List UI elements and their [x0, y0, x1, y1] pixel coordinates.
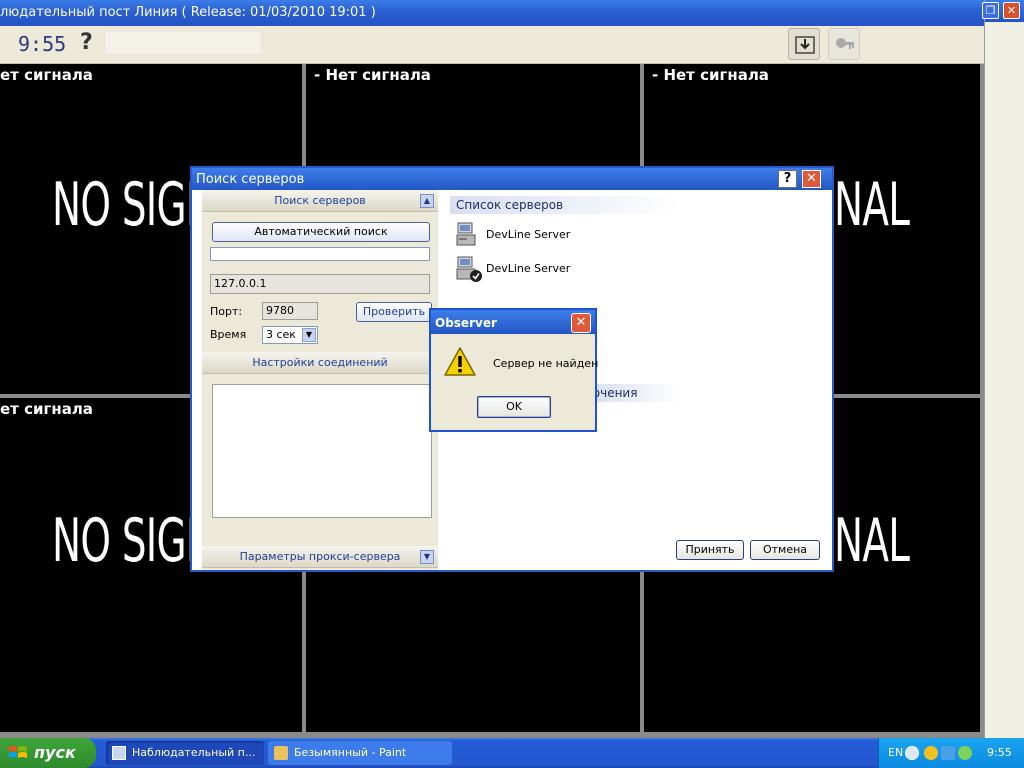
ok-button[interactable]: OK [477, 396, 551, 418]
server-name: DevLine Server [486, 228, 571, 241]
restore-button[interactable]: ❐ [982, 2, 999, 19]
taskbar-item-label: Наблюдательный п... [132, 746, 256, 759]
taskbar-item-label: Безымянный - Paint [294, 746, 407, 759]
section-connection-settings[interactable]: Настройки соединений [202, 352, 438, 374]
warning-icon [444, 347, 476, 376]
download-icon [795, 36, 815, 54]
language-indicator[interactable]: EN [888, 746, 903, 759]
camera-label: - Нет сигнала [652, 66, 769, 84]
server-icon [456, 222, 476, 246]
chevron-left-icon[interactable] [905, 746, 919, 760]
section-server-search-label: Поиск серверов [274, 194, 366, 207]
dialog-help-button[interactable]: ? [778, 170, 797, 188]
port-input[interactable]: 9780 [262, 302, 318, 320]
status-field [104, 31, 262, 55]
time-label: Время [210, 328, 247, 341]
camera-label: ет сигнала [0, 400, 93, 418]
help-icon[interactable]: ? [80, 30, 93, 55]
key-button[interactable] [828, 28, 860, 60]
search-progress-bar [210, 247, 430, 261]
section-server-search[interactable]: Поиск серверов ▲ [202, 190, 438, 212]
start-button[interactable]: пуск [0, 738, 96, 768]
system-tray: EN 9:55 [878, 738, 1024, 768]
security-shield-icon[interactable] [924, 746, 938, 760]
close-button[interactable]: ✕ [1003, 2, 1020, 19]
time-select[interactable]: 3 сек ▼ [262, 326, 318, 344]
dialog-title-bar[interactable]: Поиск серверов [192, 168, 832, 190]
camera-label: ет сигнала [0, 66, 93, 84]
collapse-up-icon[interactable]: ▲ [420, 194, 434, 208]
app-title: людательный пост Линия ( Release: 01/03/… [0, 5, 376, 20]
port-label: Порт: [210, 305, 243, 318]
app-title-bar[interactable]: людательный пост Линия ( Release: 01/03/… [0, 0, 984, 26]
message-text: Сервер не найден [493, 357, 599, 370]
no-signal-text: NAL [834, 506, 910, 576]
section-proxy-settings[interactable]: Параметры прокси-сервера ▼ [202, 546, 438, 568]
section-proxy-settings-label: Параметры прокси-сервера [239, 550, 401, 563]
message-box-close-button[interactable]: ✕ [571, 313, 591, 333]
no-signal-text: NAL [834, 170, 910, 240]
accept-button[interactable]: Принять [676, 540, 744, 560]
server-checked-icon [456, 256, 482, 282]
search-options-pane: Поиск серверов ▲ Автоматический поиск 12… [202, 190, 438, 570]
windows-logo-icon [9, 746, 27, 758]
message-box-title: Observer [435, 316, 497, 330]
tray-clock: 9:55 [987, 746, 1012, 759]
connection-settings-area[interactable] [212, 384, 432, 518]
cancel-button[interactable]: Отмена [750, 540, 820, 560]
background-window-edge: ❐ ✕ [982, 0, 1024, 738]
dialog-close-button[interactable]: ✕ [802, 170, 821, 188]
connection-title: ючения [590, 384, 682, 402]
taskbar-item-paint[interactable]: Безымянный - Paint [268, 741, 452, 765]
taskbar-item-observer[interactable]: Наблюдательный п... [106, 741, 264, 765]
app-window-icon [112, 746, 126, 760]
background-window-titlebar: ❐ ✕ [982, 0, 1024, 22]
address-input[interactable]: 127.0.0.1 [210, 274, 430, 294]
taskbar: пуск Наблюдательный п... Безымянный - Pa… [0, 738, 1024, 768]
key-icon [836, 38, 854, 49]
server-name: DevLine Server [486, 262, 571, 275]
download-button[interactable] [788, 28, 820, 60]
update-icon[interactable] [958, 746, 972, 760]
dialog-title: Поиск серверов [196, 172, 305, 187]
toolbar: 9:55 ? [0, 26, 984, 64]
server-list-title: Список серверов [450, 196, 680, 214]
time-select-value: 3 сек [266, 328, 296, 341]
network-icon[interactable] [941, 746, 955, 760]
camera-label: - Нет сигнала [314, 66, 431, 84]
check-button[interactable]: Проверить [356, 302, 432, 322]
section-connection-settings-label: Настройки соединений [252, 356, 388, 369]
chevron-down-icon[interactable]: ▼ [302, 328, 316, 342]
paint-icon [274, 746, 288, 760]
expand-down-icon[interactable]: ▼ [420, 550, 434, 564]
toolbar-clock: 9:55 [18, 32, 67, 56]
start-label: пуск [34, 743, 76, 762]
auto-search-button[interactable]: Автоматический поиск [212, 222, 430, 242]
message-box: Observer ✕ Сервер не найден OK [429, 308, 599, 432]
